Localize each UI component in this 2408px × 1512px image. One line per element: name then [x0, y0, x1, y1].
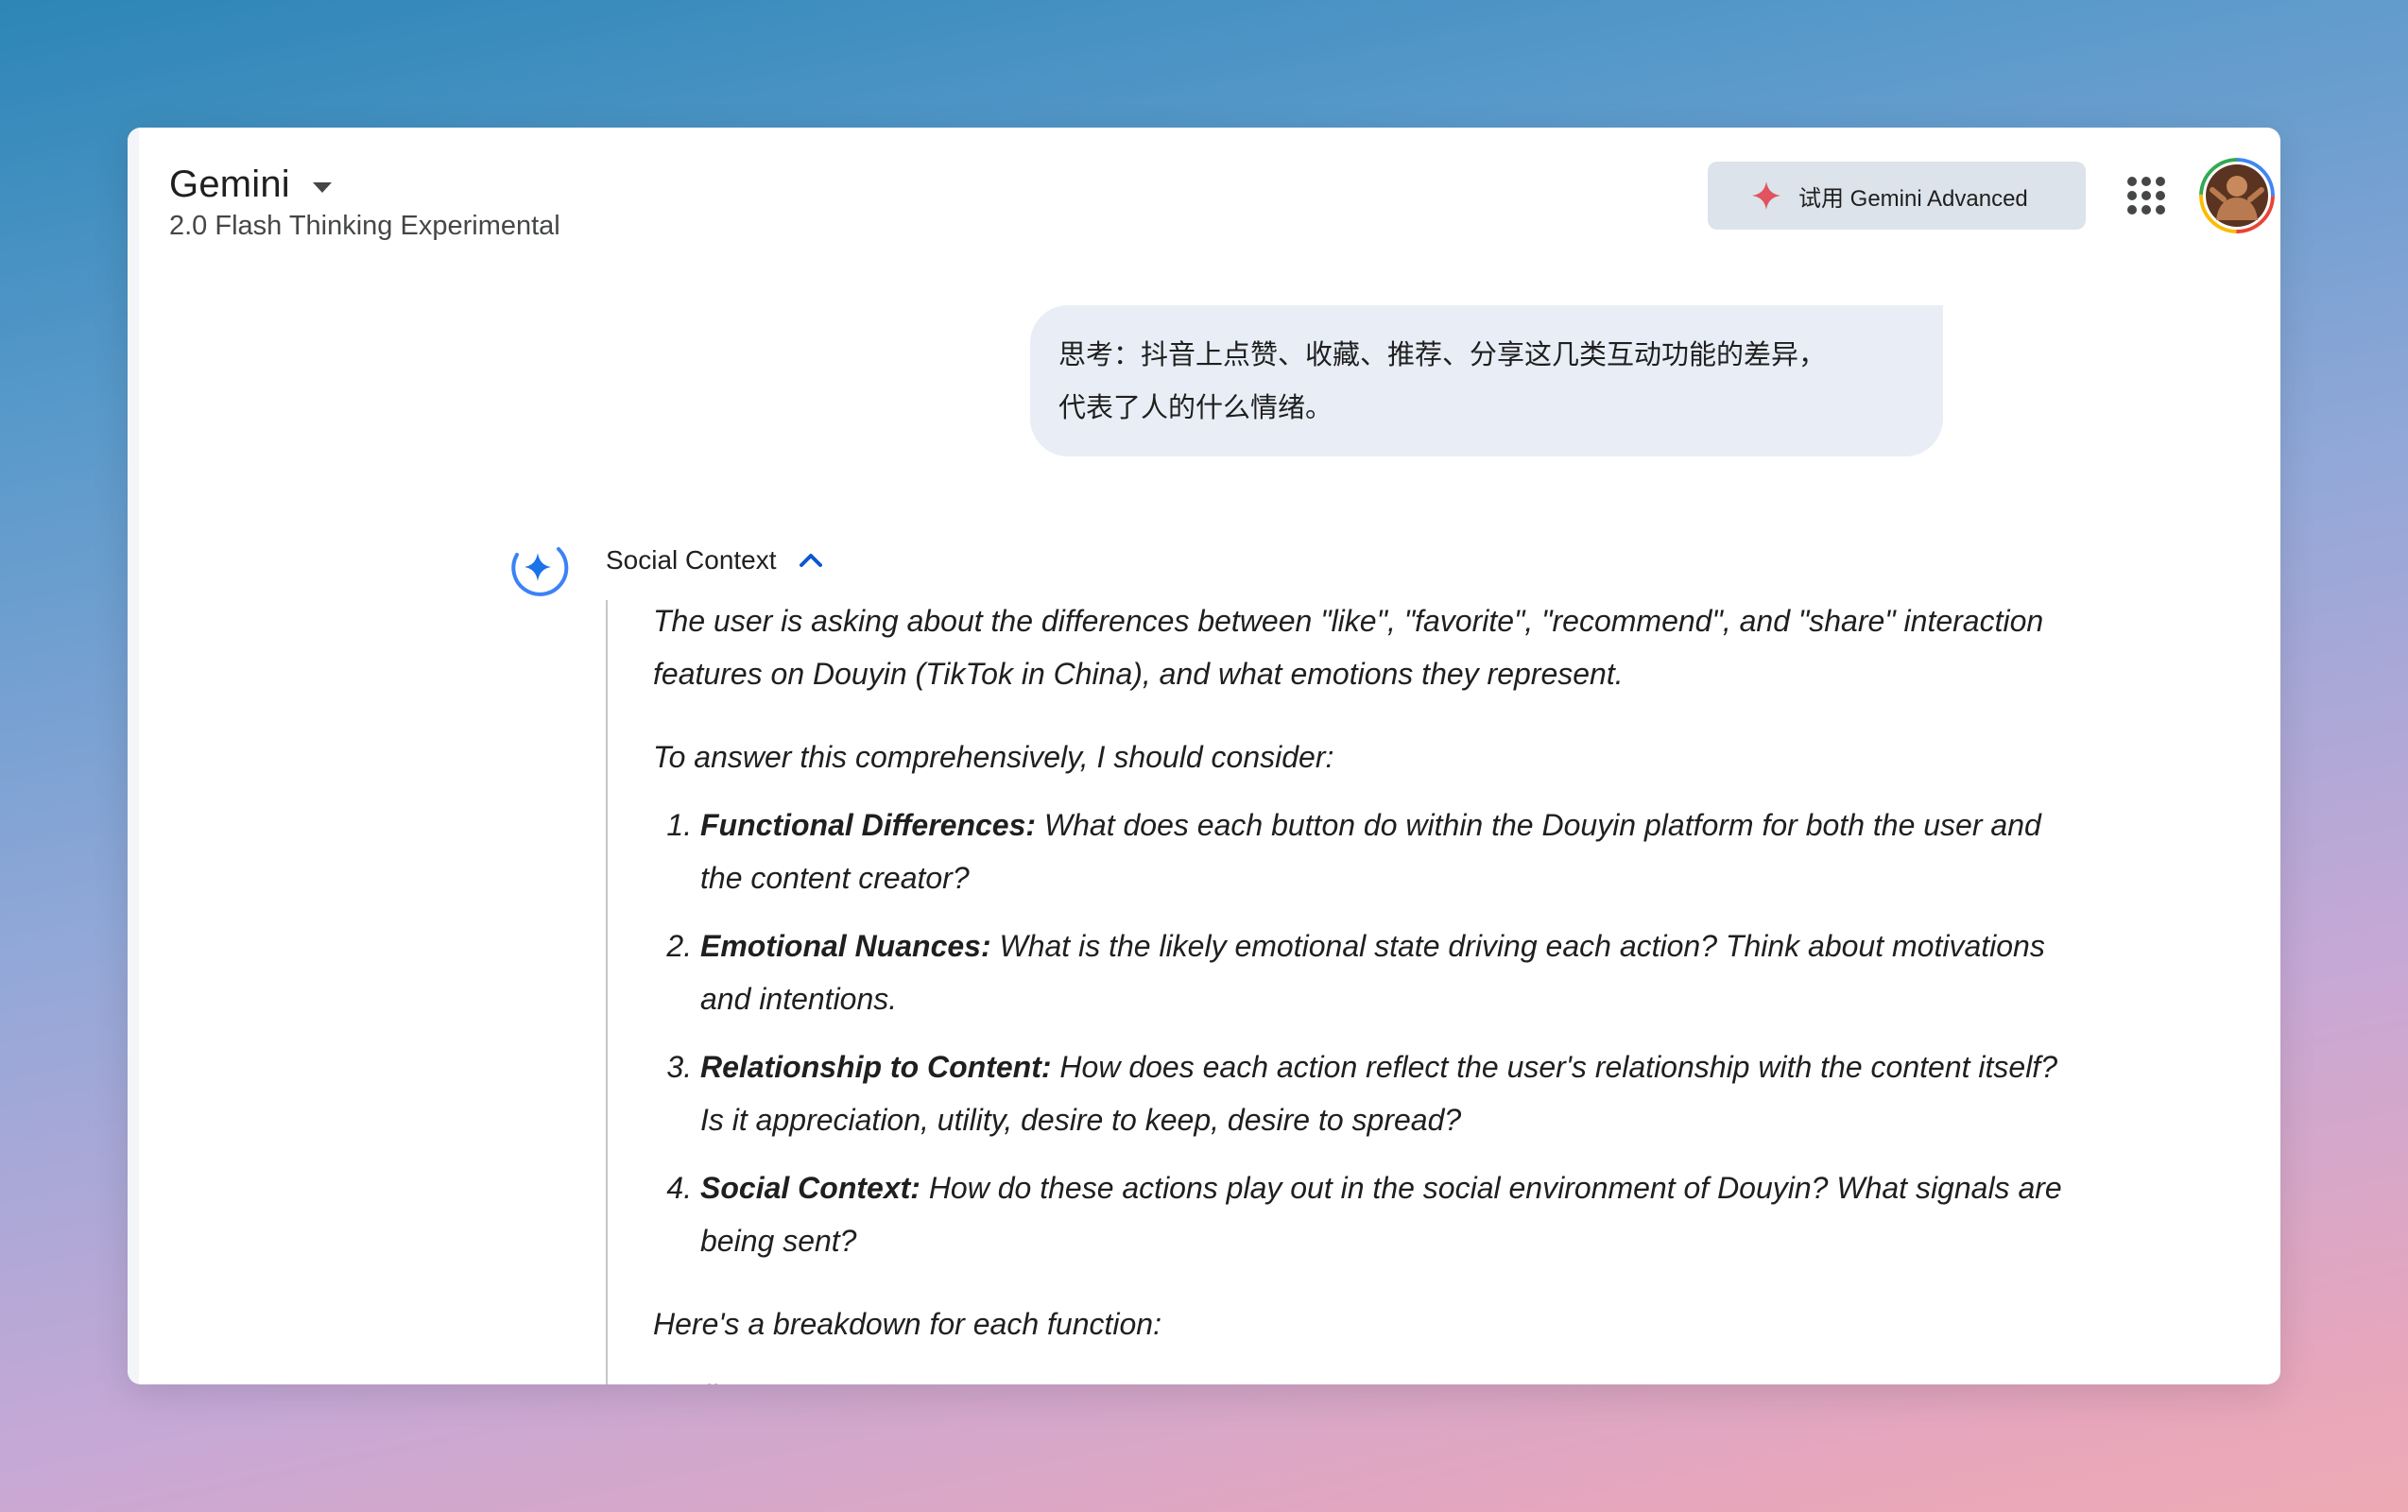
- thought-intro: The user is asking about the differences…: [653, 604, 2044, 691]
- list-item: Emotional Nuances: What is the likely em…: [700, 919, 2071, 1025]
- user-message-line-2: 代表了人的什么情绪。: [1058, 391, 1333, 423]
- user-message-line-1: 思考：抖音上点赞、收藏、推荐、分享这几类互动功能的差异，: [1058, 338, 1827, 370]
- caret-down-icon[interactable]: [312, 182, 332, 193]
- window-left-edge: [128, 128, 139, 1384]
- list-item-term: Functional Differences:: [700, 808, 1037, 842]
- thought-outro: Here's a breakdown for each function:: [653, 1307, 1161, 1341]
- list-item-term: Social Context:: [700, 1171, 920, 1205]
- list-item: Relationship to Content: How does each a…: [700, 1040, 2071, 1146]
- try-gemini-advanced-button[interactable]: 试用 Gemini Advanced: [1708, 162, 2086, 230]
- chevron-up-icon[interactable]: [798, 551, 824, 570]
- apps-grid-icon[interactable]: [2125, 175, 2167, 216]
- list-item: Social Context: How do these actions pla…: [700, 1161, 2071, 1267]
- model-name: 2.0 Flash Thinking Experimental: [169, 211, 560, 241]
- cut-off-line: 1. Like: [653, 1369, 2071, 1384]
- app-title[interactable]: Gemini: [169, 163, 290, 206]
- model-switcher[interactable]: Gemini: [169, 163, 332, 206]
- list-item-term: Relationship to Content:: [700, 1050, 1052, 1084]
- thought-title[interactable]: Social Context: [606, 545, 777, 576]
- list-item: Functional Differences: What does each b…: [700, 799, 2071, 904]
- consideration-list: Functional Differences: What does each b…: [653, 799, 2071, 1267]
- thoughts-toggle[interactable]: Social Context: [606, 545, 824, 576]
- thought-lead: To answer this comprehensively, I should…: [653, 740, 1334, 774]
- gemini-window: Gemini 2.0 Flash Thinking Experimental 试…: [128, 128, 2280, 1384]
- gemini-spark-icon: [511, 547, 569, 596]
- user-avatar[interactable]: [2199, 158, 2275, 233]
- list-item-term: Emotional Nuances:: [700, 929, 991, 963]
- try-gemini-advanced-label: 试用 Gemini Advanced: [1798, 185, 2028, 212]
- thought-divider: [606, 600, 608, 1384]
- thought-content: The user is asking about the differences…: [653, 594, 2071, 1384]
- sparkle-icon: [1752, 181, 1780, 210]
- user-message-bubble: 思考：抖音上点赞、收藏、推荐、分享这几类互动功能的差异， 代表了人的什么情绪。: [1030, 305, 1943, 456]
